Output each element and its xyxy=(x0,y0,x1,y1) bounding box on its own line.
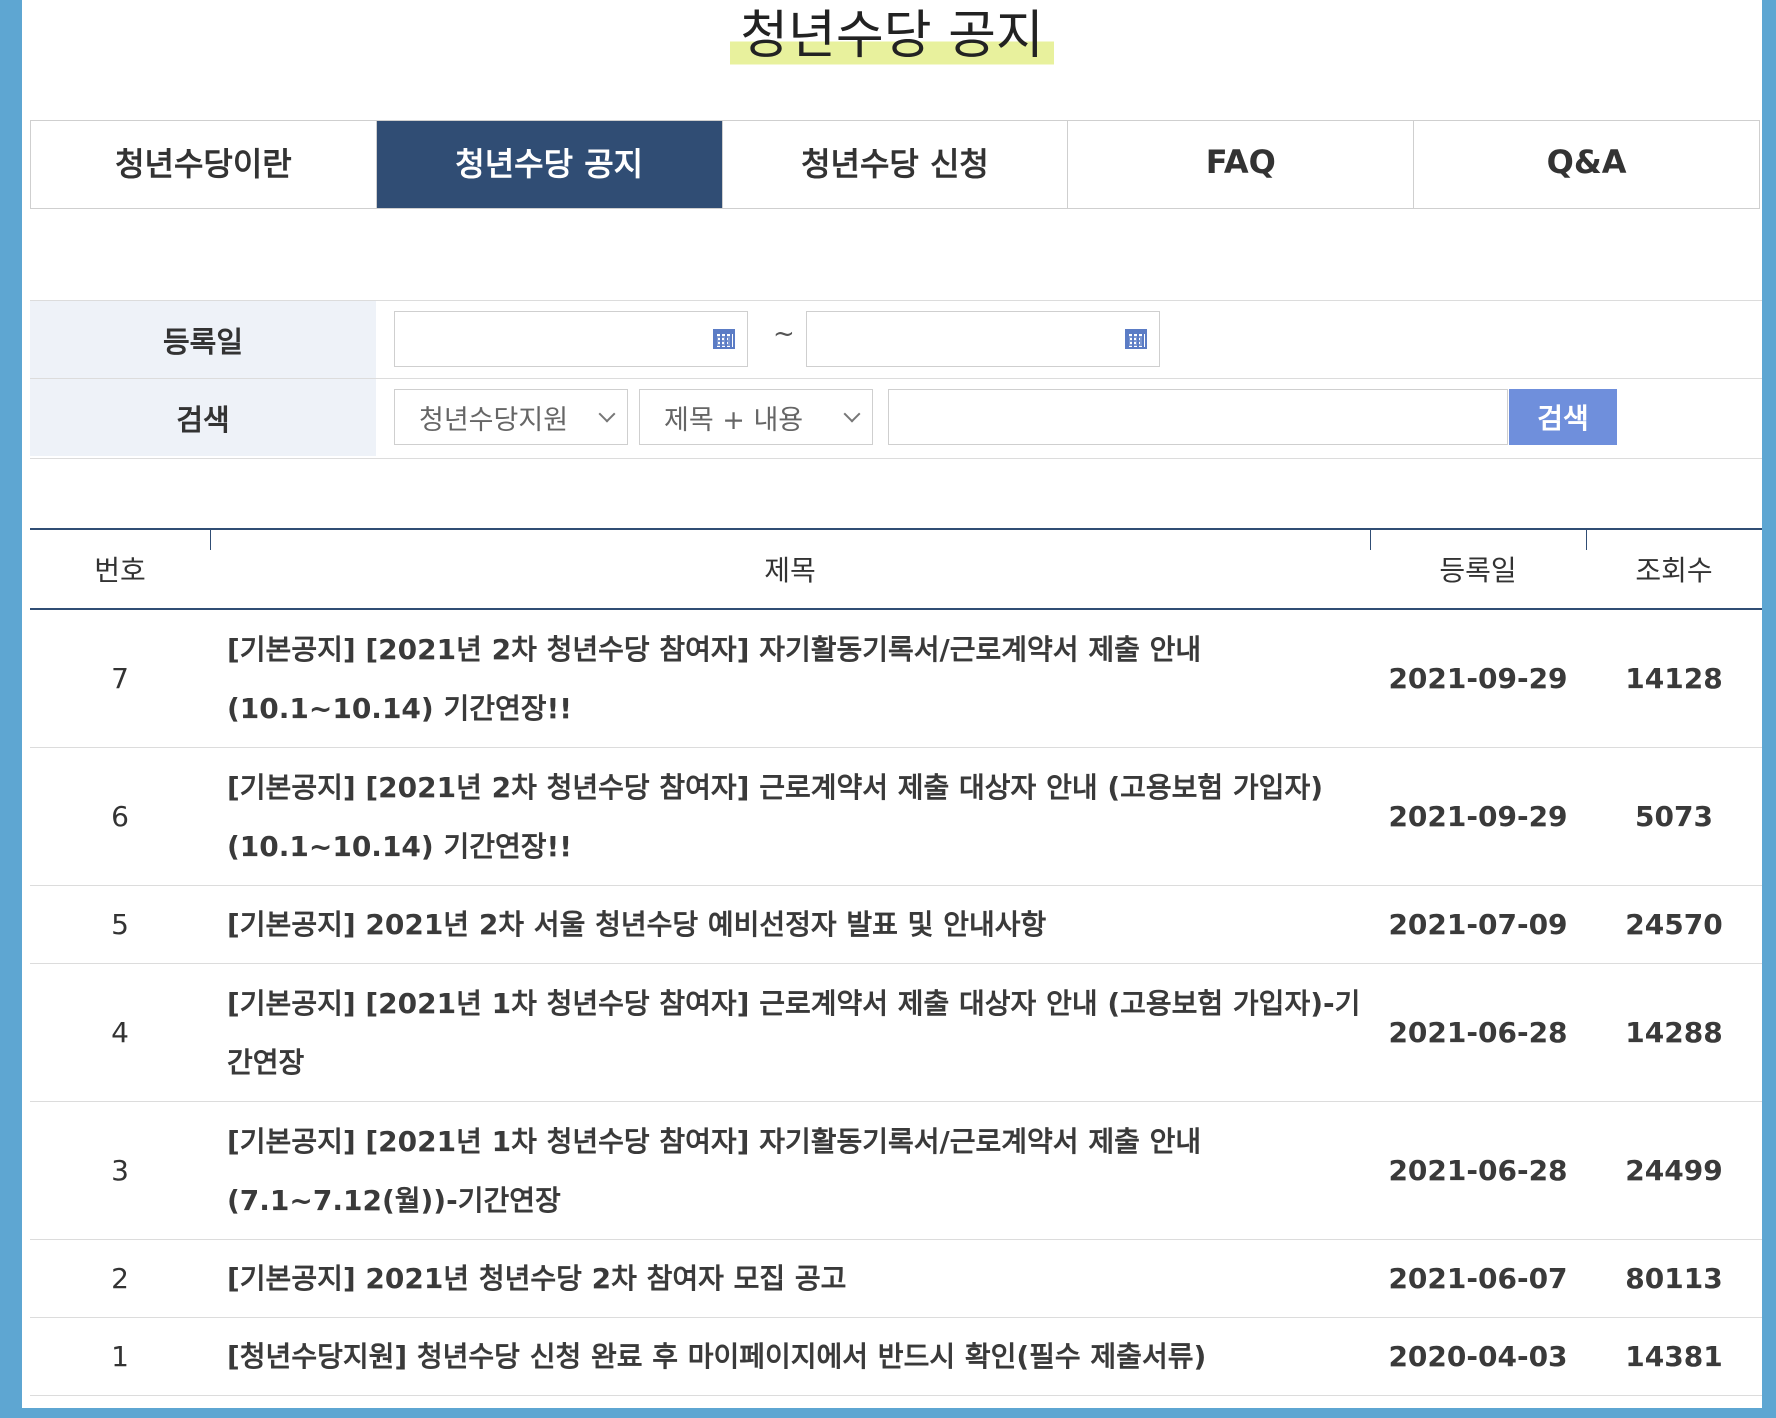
row-title-link[interactable]: [기본공지] 2021년 2차 서울 청년수당 예비선정자 발표 및 안내사항 xyxy=(227,895,1046,954)
row-number: 2 xyxy=(111,1262,129,1295)
row-views: 14128 xyxy=(1625,662,1723,695)
date-filter-label: 등록일 xyxy=(30,301,376,378)
row-title-link[interactable]: [청년수당지원] 청년수당 신청 완료 후 마이페이지에서 반드시 확인(필수 … xyxy=(227,1327,1206,1386)
date-from-input[interactable] xyxy=(394,311,748,367)
search-form: 등록일 ~ 검색 청년수당지원 제목 + 내용 검색 xyxy=(30,300,1762,459)
search-button[interactable]: 검색 xyxy=(1509,389,1617,445)
row-date: 2021-06-28 xyxy=(1388,1016,1568,1049)
date-to-input[interactable] xyxy=(806,311,1160,367)
row-views: 14381 xyxy=(1625,1340,1723,1373)
row-views: 80113 xyxy=(1625,1262,1723,1295)
column-header-date: 등록일 xyxy=(1439,554,1517,587)
page-title: 청년수당 공지 xyxy=(730,2,1054,70)
row-title-link[interactable]: [기본공지] [2021년 2차 청년수당 참여자] 자기활동기록서/근로계약서… xyxy=(227,620,1377,738)
calendar-icon[interactable] xyxy=(713,329,735,349)
row-date: 2021-06-07 xyxy=(1388,1262,1568,1295)
row-title-cell: [기본공지] [2021년 1차 청년수당 참여자] 근로계약서 제출 대상자 … xyxy=(227,964,1377,1101)
page-header: 청년수당 공지 xyxy=(22,0,1762,80)
search-label: 검색 xyxy=(30,379,376,456)
row-title-link[interactable]: [기본공지] [2021년 2차 청년수당 참여자] 근로계약서 제출 대상자 … xyxy=(227,758,1377,876)
page-frame: 청년수당 공지 청년수당이란 청년수당 공지 청년수당 신청 FAQ Q&A 등… xyxy=(22,0,1762,1408)
row-number: 3 xyxy=(111,1154,129,1187)
row-title-cell: [기본공지] [2021년 2차 청년수당 참여자] 자기활동기록서/근로계약서… xyxy=(227,610,1377,747)
tab-bar: 청년수당이란 청년수당 공지 청년수당 신청 FAQ Q&A xyxy=(30,120,1760,209)
row-number: 1 xyxy=(111,1340,129,1373)
date-filter-row: 등록일 ~ xyxy=(30,301,1762,379)
row-date: 2021-07-09 xyxy=(1388,908,1568,941)
table-row[interactable]: 5 [기본공지] 2021년 2차 서울 청년수당 예비선정자 발표 및 안내사… xyxy=(30,886,1762,964)
table-row[interactable]: 4 [기본공지] [2021년 1차 청년수당 참여자] 근로계약서 제출 대상… xyxy=(30,964,1762,1102)
chevron-down-icon xyxy=(598,405,616,423)
column-header-no: 번호 xyxy=(94,554,146,587)
row-date: 2021-06-28 xyxy=(1388,1154,1568,1187)
table-row[interactable]: 6 [기본공지] [2021년 2차 청년수당 참여자] 근로계약서 제출 대상… xyxy=(30,748,1762,886)
keyword-filter-row: 검색 청년수당지원 제목 + 내용 검색 xyxy=(30,379,1762,456)
chevron-down-icon xyxy=(843,405,861,423)
search-input[interactable] xyxy=(888,389,1508,445)
row-title-cell: [기본공지] 2021년 청년수당 2차 참여자 모집 공고 xyxy=(227,1240,1377,1317)
search-field-select-value: 제목 + 내용 xyxy=(664,404,804,436)
row-date: 2021-09-29 xyxy=(1388,662,1568,695)
row-number: 5 xyxy=(111,908,129,941)
tab-notice[interactable]: 청년수당 공지 xyxy=(376,121,723,208)
row-views: 5073 xyxy=(1635,800,1713,833)
table-row[interactable]: 1 [청년수당지원] 청년수당 신청 완료 후 마이페이지에서 반드시 확인(필… xyxy=(30,1318,1762,1396)
row-views: 14288 xyxy=(1625,1016,1723,1049)
tab-faq[interactable]: FAQ xyxy=(1068,121,1415,208)
column-header-views: 조회수 xyxy=(1635,554,1713,587)
search-field-select[interactable]: 제목 + 내용 xyxy=(639,389,873,445)
row-number: 7 xyxy=(111,662,129,695)
table-row[interactable]: 3 [기본공지] [2021년 1차 청년수당 참여자] 자기활동기록서/근로계… xyxy=(30,1102,1762,1240)
table-header: 번호 제목 등록일 조회수 xyxy=(30,530,1762,610)
row-views: 24499 xyxy=(1625,1154,1723,1187)
row-title-cell: [기본공지] [2021년 1차 청년수당 참여자] 자기활동기록서/근로계약서… xyxy=(227,1102,1377,1239)
row-title-link[interactable]: [기본공지] 2021년 청년수당 2차 참여자 모집 공고 xyxy=(227,1249,846,1308)
row-title-cell: [청년수당지원] 청년수당 신청 완료 후 마이페이지에서 반드시 확인(필수 … xyxy=(227,1318,1377,1395)
row-title-link[interactable]: [기본공지] [2021년 1차 청년수당 참여자] 근로계약서 제출 대상자 … xyxy=(227,974,1377,1092)
row-date: 2020-04-03 xyxy=(1388,1340,1568,1373)
tab-apply[interactable]: 청년수당 신청 xyxy=(723,121,1069,208)
date-separator: ~ xyxy=(773,319,795,349)
tab-qna[interactable]: Q&A xyxy=(1414,121,1759,208)
row-views: 24570 xyxy=(1625,908,1723,941)
column-header-title: 제목 xyxy=(764,554,816,587)
row-title-link[interactable]: [기본공지] [2021년 1차 청년수당 참여자] 자기활동기록서/근로계약서… xyxy=(227,1112,1377,1230)
table-row[interactable]: 7 [기본공지] [2021년 2차 청년수당 참여자] 자기활동기록서/근로계… xyxy=(30,610,1762,748)
tab-about[interactable]: 청년수당이란 xyxy=(31,121,377,208)
row-date: 2021-09-29 xyxy=(1388,800,1568,833)
notice-table: 번호 제목 등록일 조회수 7 [기본공지] [2021년 2차 청년수당 참여… xyxy=(30,528,1762,1396)
row-number: 4 xyxy=(111,1016,129,1049)
row-title-cell: [기본공지] 2021년 2차 서울 청년수당 예비선정자 발표 및 안내사항 xyxy=(227,886,1377,963)
category-select[interactable]: 청년수당지원 xyxy=(394,389,628,445)
row-title-cell: [기본공지] [2021년 2차 청년수당 참여자] 근로계약서 제출 대상자 … xyxy=(227,748,1377,885)
table-row[interactable]: 2 [기본공지] 2021년 청년수당 2차 참여자 모집 공고 2021-06… xyxy=(30,1240,1762,1318)
calendar-icon[interactable] xyxy=(1125,329,1147,349)
category-select-value: 청년수당지원 xyxy=(419,404,569,436)
row-number: 6 xyxy=(111,800,129,833)
